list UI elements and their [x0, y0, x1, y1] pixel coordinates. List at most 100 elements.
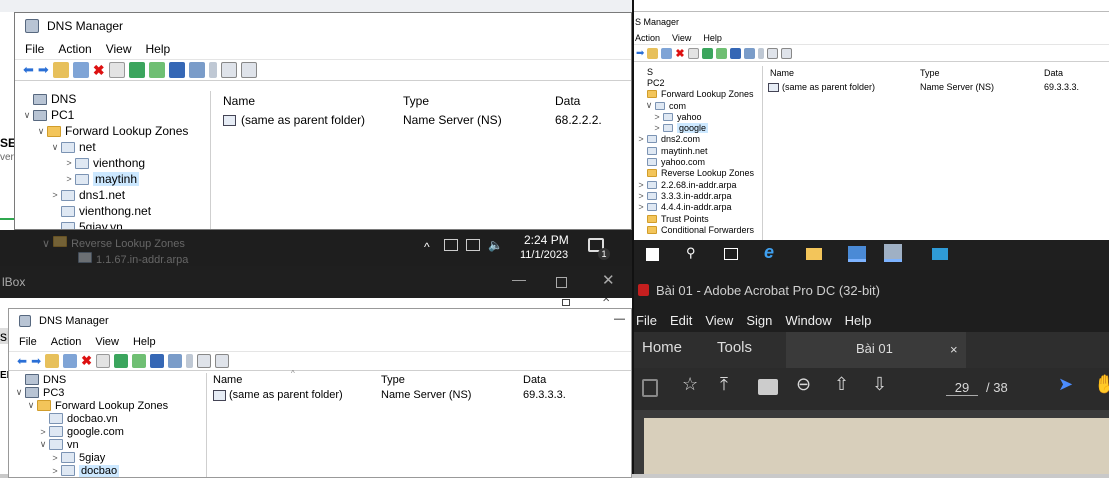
- col-name-header[interactable]: Name: [223, 94, 255, 108]
- chevron-right-icon[interactable]: >: [49, 453, 61, 463]
- show-tree-icon[interactable]: [63, 354, 78, 368]
- properties-icon[interactable]: [108, 62, 125, 78]
- server-icon[interactable]: [186, 354, 194, 368]
- col-data-header[interactable]: Data: [523, 374, 546, 386]
- tray-chevron-up-icon[interactable]: ^: [424, 240, 430, 254]
- export-icon[interactable]: [148, 62, 165, 78]
- tree-node[interactable]: DNS: [21, 91, 210, 107]
- tree-node[interactable]: >4.4.4.in-addr.arpa: [635, 202, 762, 213]
- delete-icon[interactable]: ✖: [93, 62, 105, 79]
- acro-menu-sign[interactable]: Sign: [746, 313, 772, 328]
- vm-restore-icon[interactable]: [562, 299, 570, 306]
- chevron-right-icon[interactable]: >: [635, 191, 647, 201]
- forward-arrow-icon[interactable]: ➡: [636, 48, 644, 59]
- menu-view[interactable]: View: [106, 42, 132, 56]
- tree-node[interactable]: ∨ PC1: [21, 107, 210, 123]
- tab-home[interactable]: Home: [642, 339, 682, 356]
- acro-menu-file[interactable]: File: [636, 313, 657, 328]
- console-icon[interactable]: [188, 62, 205, 78]
- col-data-header[interactable]: Data: [555, 94, 580, 108]
- help-icon[interactable]: [729, 47, 741, 59]
- chevron-right-icon[interactable]: >: [651, 123, 663, 133]
- menu-help[interactable]: Help: [146, 42, 171, 56]
- tree-node[interactable]: Forward Lookup Zones: [635, 89, 762, 100]
- col-type-header[interactable]: Type: [403, 94, 429, 108]
- page-up-icon[interactable]: ⇧: [834, 374, 849, 395]
- back-arrow-icon[interactable]: ⬅: [23, 62, 34, 78]
- export-icon[interactable]: [132, 354, 147, 368]
- col-name-header[interactable]: Name: [213, 374, 242, 386]
- vm-close-icon[interactable]: ✕: [602, 298, 610, 305]
- delete-icon[interactable]: ✖: [675, 47, 684, 60]
- network-taskbar-icon[interactable]: [932, 248, 948, 260]
- menu-action[interactable]: Action: [51, 336, 82, 348]
- minimize-icon[interactable]: —: [614, 313, 625, 325]
- tree-node[interactable]: ∨ Forward Lookup Zones: [21, 123, 210, 139]
- grid-icon[interactable]: [240, 62, 257, 78]
- back-arrow-icon[interactable]: ⬅: [17, 354, 27, 368]
- menu-action[interactable]: Action: [635, 33, 660, 43]
- help-icon[interactable]: [168, 62, 185, 78]
- tree-node[interactable]: >3.3.3.in-addr.arpa: [635, 190, 762, 201]
- tree-node[interactable]: > google: [635, 122, 762, 134]
- network-icon[interactable]: [444, 239, 458, 251]
- chevron-down-icon[interactable]: ∨: [37, 439, 49, 450]
- refresh-icon[interactable]: [701, 47, 713, 59]
- chevron-down-icon[interactable]: ∨: [25, 400, 37, 411]
- grid-icon[interactable]: [215, 354, 230, 368]
- tree-node[interactable]: > dns2.com: [635, 134, 762, 145]
- clock-time[interactable]: 2:24 PM: [524, 233, 569, 247]
- tree-node[interactable]: >5giay: [13, 451, 206, 464]
- tab-tools[interactable]: Tools: [717, 339, 752, 356]
- chevron-right-icon[interactable]: >: [63, 174, 75, 184]
- save-icon[interactable]: [642, 379, 658, 397]
- chevron-right-icon[interactable]: >: [635, 134, 647, 144]
- menu-help[interactable]: Help: [133, 336, 156, 348]
- server-icon[interactable]: [757, 47, 764, 59]
- chevron-right-icon[interactable]: >: [37, 427, 49, 437]
- show-tree-icon[interactable]: [661, 47, 673, 59]
- server-icon[interactable]: [208, 62, 217, 78]
- star-icon[interactable]: ☆: [682, 374, 698, 395]
- menu-view[interactable]: View: [95, 336, 119, 348]
- menu-view[interactable]: View: [672, 33, 691, 43]
- tree-node[interactable]: > google.com: [13, 425, 206, 438]
- task-view-icon[interactable]: [724, 248, 738, 260]
- tree-node[interactable]: > yahoo: [635, 111, 762, 122]
- tree-node[interactable]: > vienthong: [21, 155, 210, 171]
- help-icon[interactable]: [150, 354, 165, 368]
- refresh-icon[interactable]: [114, 354, 129, 368]
- tree-node[interactable]: >2.2.68.in-addr.arpa: [635, 179, 762, 190]
- page-down-icon[interactable]: ⇩: [872, 374, 887, 395]
- tree-node[interactable]: ∨ Forward Lookup Zones: [13, 399, 206, 412]
- col-type-header[interactable]: Type: [381, 374, 405, 386]
- acro-menu-window[interactable]: Window: [785, 313, 831, 328]
- tree-node[interactable]: ∨ com: [635, 100, 762, 111]
- clock-date[interactable]: 11/1/2023: [520, 249, 568, 261]
- forward-arrow-icon[interactable]: ➡: [31, 354, 41, 368]
- close-icon[interactable]: ✕: [602, 271, 615, 289]
- tree-node[interactable]: Trust Points: [635, 213, 762, 224]
- tree-node[interactable]: docbao.vn: [13, 412, 206, 425]
- tree-node[interactable]: > maytinh: [21, 171, 210, 187]
- zoom-out-icon[interactable]: ⊖: [796, 374, 811, 395]
- menu-help[interactable]: Help: [703, 33, 722, 43]
- acro-menu-view[interactable]: View: [705, 313, 733, 328]
- up-folder-icon[interactable]: [45, 354, 60, 368]
- show-tree-icon[interactable]: [72, 62, 89, 78]
- console-icon[interactable]: [743, 47, 755, 59]
- chevron-right-icon[interactable]: >: [635, 202, 647, 212]
- chevron-right-icon[interactable]: >: [49, 466, 61, 476]
- print-icon[interactable]: [758, 379, 778, 395]
- tree-node[interactable]: Conditional Forwarders: [635, 224, 762, 235]
- chevron-right-icon[interactable]: >: [651, 112, 663, 122]
- chevron-down-icon[interactable]: ∨: [13, 387, 25, 398]
- tree-node[interactable]: maytinh.net: [635, 145, 762, 156]
- tree-node[interactable]: > dns1.net: [21, 187, 210, 203]
- start-icon[interactable]: [646, 248, 659, 261]
- export-icon[interactable]: [715, 47, 727, 59]
- search-icon[interactable]: ⚲: [686, 245, 696, 261]
- col-name-header[interactable]: Name: [770, 68, 794, 78]
- list-icon[interactable]: [197, 354, 212, 368]
- tree-node[interactable]: 5giay.vn: [21, 219, 210, 229]
